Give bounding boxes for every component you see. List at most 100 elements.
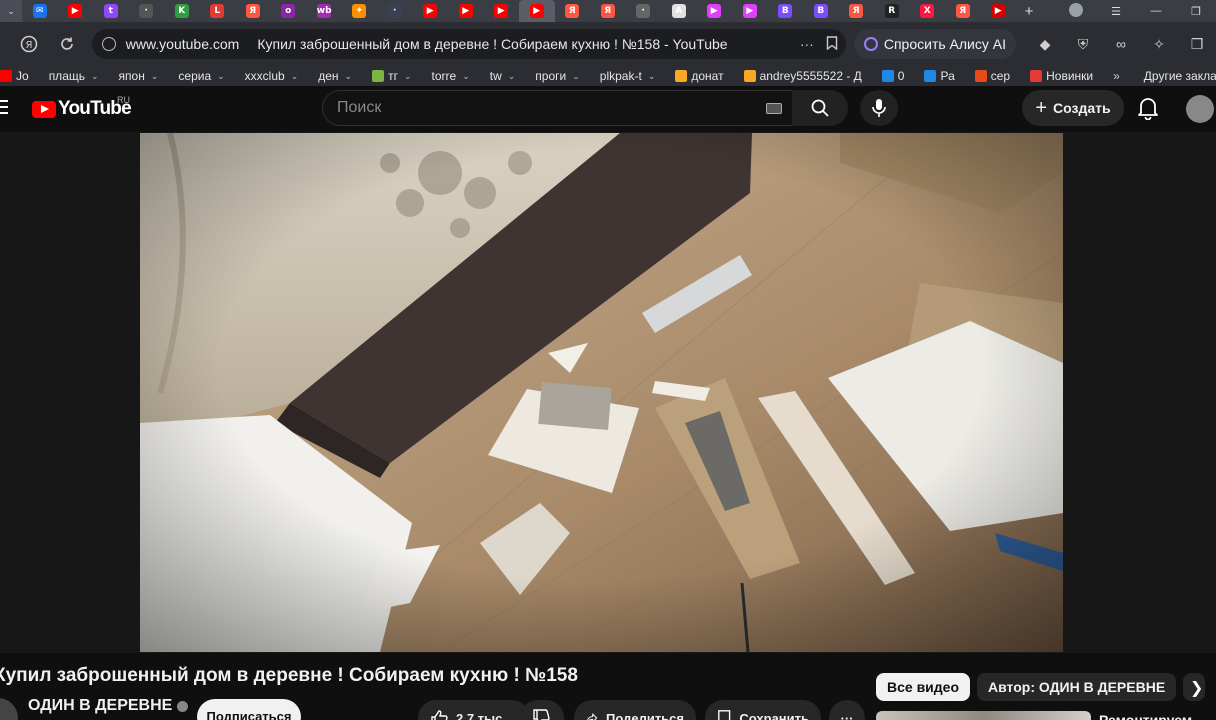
bookmark-item[interactable]: япон ⌄ [119,69,159,83]
bookmark-item[interactable]: xxxclub ⌄ [245,69,299,83]
account-avatar[interactable] [1186,95,1214,123]
search-button[interactable] [792,90,848,126]
browser-tab[interactable]: L [200,0,236,22]
yandex-favicon-icon: Я [565,4,580,18]
bookmarks-more-chevron-icon[interactable]: » [1113,69,1120,83]
channel-link[interactable]: ОДИН В ДЕРЕВНЕ [28,697,189,715]
browser-tab[interactable]: ✉ [22,0,58,22]
address-field[interactable]: www.youtube.com Купил заброшенный дом в … [91,29,846,59]
search-input[interactable] [337,99,737,117]
bookmark-item[interactable]: сер [974,69,1010,83]
extension-glasses-icon[interactable]: ∞ [1102,36,1140,52]
browser-tab[interactable]: · [377,0,413,22]
more-actions-button[interactable]: ··· [829,700,865,720]
browser-tab[interactable]: · [129,0,165,22]
browser-tab[interactable]: · [626,0,662,22]
save-button[interactable]: Сохранить [705,700,821,720]
browser-tab[interactable]: B [768,0,804,22]
browser-tab[interactable]: B [803,0,839,22]
restore-window-icon[interactable]: ❐ [1176,5,1216,18]
browser-tab[interactable]: ✦ [342,0,378,22]
k-site-favicon-icon: K [174,4,189,18]
chips-next-chevron-icon[interactable]: ❯ [1190,678,1203,698]
yandex-home-icon[interactable]: Я [16,31,42,57]
recommended-video-thumbnail[interactable] [876,711,1091,720]
channel-avatar[interactable] [0,698,18,720]
other-bookmarks-folder[interactable]: Другие закладки [1144,69,1216,83]
bookmark-item[interactable]: тг ⌄ [372,69,412,83]
browser-tab[interactable]: Я [945,0,981,22]
browser-tab[interactable]: Я [590,0,626,22]
like-button[interactable]: 2,7 тыс. [418,700,530,720]
browser-tab-strip: ⌄ ✉ ▶ t · K L Яo wb ✦ · ▶ ▶ ▶ ▶ Я Я · A ▶ ▶ B B Я R X Я ▶ + ☰ — ❐ [0,0,1216,22]
bookmark-item[interactable]: Ра [924,69,955,83]
notifications-bell-icon[interactable] [1137,96,1159,125]
tab-menu-chevron-icon[interactable]: ⌄ [0,0,22,22]
extensions-puzzle-icon[interactable]: ✧ [1140,36,1178,53]
bookmark-icon[interactable] [826,35,838,53]
more-dots-icon[interactable]: ··· [800,36,814,52]
guide-menu-icon[interactable] [0,100,8,118]
bookmark-item[interactable]: tw ⌄ [490,69,516,83]
ask-alice-button[interactable]: Спросить Алису AI [853,29,1016,59]
collections-icon[interactable]: ❒ [1178,36,1216,53]
bookmark-item[interactable]: andrey5555522 - Д [743,69,862,83]
browser-tab[interactable]: X [910,0,946,22]
browser-tab[interactable]: ▶ [732,0,768,22]
browser-tab[interactable]: K [164,0,200,22]
bookmark-item[interactable]: плащь ⌄ [49,69,99,83]
browser-tab[interactable]: ▶ [519,0,555,22]
video-frame[interactable] [140,133,1063,652]
voice-search-button[interactable] [860,90,898,126]
browser-tab[interactable]: o [271,0,307,22]
browser-tab[interactable]: ▶ [413,0,449,22]
bookmark-item[interactable]: донат [675,69,724,83]
create-button[interactable]: + Создать [1022,90,1124,126]
bookmark-item[interactable]: ден ⌄ [318,69,352,83]
bookmark-item[interactable]: Новинки [1030,69,1093,83]
site-info-icon[interactable] [101,37,116,51]
bookmark-item[interactable]: сериа ⌄ [178,69,224,83]
bookmark-item[interactable]: plkpak-t ⌄ [600,69,656,83]
browser-tab[interactable]: ▶ [981,0,1017,22]
minimize-icon[interactable]: — [1136,5,1176,17]
dislike-button[interactable] [520,700,564,720]
bookmark-item[interactable]: проги ⌄ [535,69,579,83]
share-button[interactable]: Поделиться [574,700,696,720]
r-site-favicon-icon: R [884,4,899,18]
browser-tab[interactable]: Я [839,0,875,22]
keyboard-icon[interactable] [766,103,782,114]
browser-tab[interactable]: Я [555,0,591,22]
browser-tab[interactable]: wb [306,0,342,22]
extension-diamond-icon[interactable]: ◆ [1026,36,1064,53]
related-filter-chips: Все видео Автор: ОДИН В ДЕРЕВНЕ [876,673,1212,703]
reload-icon[interactable] [54,31,80,57]
bookmark-favicon-icon [675,70,688,82]
chip-by-author[interactable]: Автор: ОДИН В ДЕРЕВНЕ [977,673,1177,701]
browser-tab[interactable]: Я [235,0,271,22]
chip-all-videos[interactable]: Все видео [876,673,971,701]
browser-tab[interactable]: ▶ [448,0,484,22]
browser-tab[interactable]: ▶ [58,0,94,22]
profile-avatar-icon[interactable] [1056,2,1096,20]
browser-tab[interactable]: A [661,0,697,22]
browser-tab[interactable]: ▶ [484,0,520,22]
region-code: RU [117,95,130,105]
video-player[interactable] [0,132,1216,653]
subscribe-button[interactable]: Подписаться [197,699,301,720]
bookmark-item[interactable]: torre ⌄ [432,69,470,83]
browser-menu-icon[interactable]: ☰ [1096,5,1136,18]
new-tab-plus-icon[interactable]: + [1016,3,1042,20]
microphone-icon [872,99,886,117]
bookmark-label: Jo [16,69,29,83]
browser-tab[interactable]: R [874,0,910,22]
browser-tab[interactable]: ▶ [697,0,733,22]
extensions-area: ◆ ⛨ ∞ ✧ ❒ [1026,36,1216,53]
yandex-favicon-icon: Я [600,4,615,18]
bookmark-item[interactable]: Jo [0,69,29,83]
bookmark-label: Ра [940,69,955,83]
bookmark-item[interactable]: 0 [881,69,904,83]
browser-tab[interactable]: t [93,0,129,22]
recommended-video-title[interactable]: Ремонтируем [1099,712,1192,720]
extension-shield-icon[interactable]: ⛨ [1064,36,1102,53]
